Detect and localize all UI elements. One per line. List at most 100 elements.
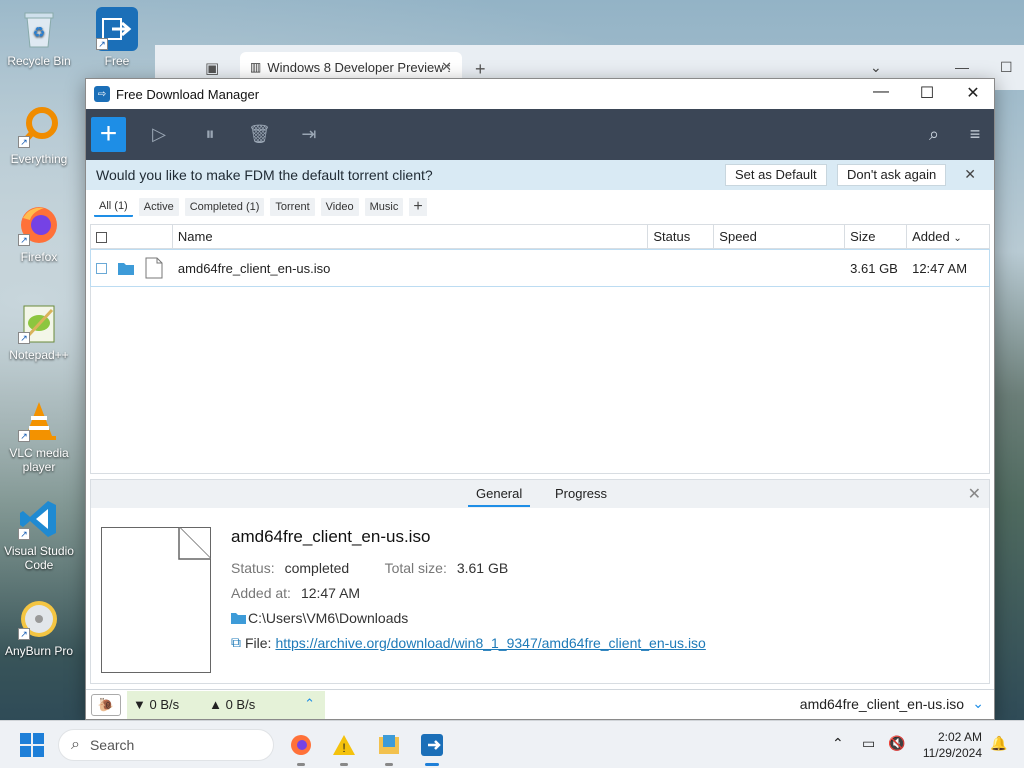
vlc-icon: ↗ [18, 400, 60, 442]
downloads-table: Name Status Speed Size Added ⌄ amd64fre_… [90, 224, 990, 474]
desktop-icon-vlc[interactable]: ↗ VLC media player [0, 400, 78, 474]
upload-speed: ▲ 0 B/s [209, 697, 256, 712]
running-indicator [297, 763, 305, 766]
desktop-icon-firefox[interactable]: ↗ Firefox [0, 204, 78, 264]
taskbar-firefox[interactable] [287, 731, 315, 766]
file-label: File: [245, 634, 272, 651]
taskbar-fdm[interactable] [418, 731, 446, 766]
table-row[interactable]: amd64fre_client_en-us.iso 3.61 GB 12:47 … [90, 249, 990, 287]
column-speed[interactable]: Speed [714, 224, 846, 249]
snail-mode-icon[interactable]: 🐌 [91, 693, 121, 716]
column-added-label: Added [912, 228, 950, 244]
current-file-name: amd64fre_client_en-us.iso [799, 696, 964, 712]
volume-muted-icon[interactable]: 🔇 [888, 735, 905, 752]
start-button[interactable] [20, 733, 44, 757]
clock[interactable]: 2:02 AM 11/29/2024 [923, 729, 982, 761]
search-icon[interactable]: ⌕ [923, 123, 945, 145]
chevron-down-icon[interactable]: ⌄ [972, 695, 984, 712]
search-icon: ⌕ [71, 736, 80, 753]
row-checkbox[interactable] [96, 262, 107, 274]
filter-music[interactable]: Music [364, 198, 404, 216]
row-icons [91, 257, 173, 279]
notification-bell-icon[interactable]: 🔔 [990, 735, 1007, 752]
file-icon [145, 257, 163, 279]
delete-icon[interactable]: 🗑 [248, 123, 271, 145]
filter-active[interactable]: Active [138, 198, 179, 216]
desktop-icon-fdm[interactable]: ↗ Free [78, 7, 156, 68]
tab-list-icon[interactable]: ⌄ [870, 59, 882, 76]
minimize-button[interactable]: — [858, 83, 904, 105]
move-icon[interactable]: ⇥ [298, 123, 320, 145]
tab-groups-icon[interactable]: ▣ [205, 59, 219, 77]
speed-indicator[interactable]: ▼ 0 B/s ▲ 0 B/s ⌃ [127, 690, 325, 719]
filter-completed[interactable]: Completed (1) [184, 198, 265, 216]
shortcut-arrow-icon: ↗ [96, 38, 108, 50]
filter-video[interactable]: Video [320, 198, 359, 216]
total-size-label: Total size: [384, 559, 447, 576]
column-status[interactable]: Status [648, 224, 715, 249]
desktop-icon-label: Visual Studio Code [4, 544, 74, 572]
taskbar-search[interactable]: ⌕ Search [58, 729, 274, 761]
network-icon[interactable]: ▭ [862, 735, 875, 752]
folder-icon[interactable] [117, 260, 135, 276]
shortcut-arrow-icon: ↗ [18, 332, 30, 344]
menu-icon[interactable]: ≡ [964, 123, 986, 145]
status-line: Status: completed Total size: 3.61 GB [231, 555, 706, 580]
play-icon[interactable]: ▷ [148, 123, 170, 145]
taskbar-warning-app[interactable]: ! [330, 731, 358, 766]
column-added[interactable]: Added ⌄ [907, 225, 989, 249]
clock-date: 11/29/2024 [922, 746, 982, 760]
filter-all[interactable]: All (1) [94, 197, 133, 217]
select-all-checkbox[interactable] [96, 231, 107, 243]
new-tab-button[interactable]: + [475, 59, 486, 80]
desktop-icon-label: Free [104, 54, 130, 68]
notepadpp-icon: ↗ [18, 302, 60, 344]
desktop-icon-label: Everything [10, 152, 68, 166]
add-filter-button[interactable]: + [409, 198, 427, 216]
status-value: completed [284, 559, 350, 576]
toolbar: + ▷ ⏸ 🗑 ⇥ ⌕ ≡ [86, 109, 994, 160]
running-indicator [340, 763, 348, 766]
download-path[interactable]: C:\Users\VM6\Downloads [248, 610, 408, 626]
desktop-icon-vscode[interactable]: ↗ Visual Studio Code [0, 498, 78, 572]
file-url-link[interactable]: https://archive.org/download/win8_1_9347… [275, 635, 705, 651]
maximize-icon[interactable]: ☐ [1000, 59, 1013, 76]
close-tab-icon[interactable]: ✕ [441, 59, 452, 75]
filter-torrent[interactable]: Torrent [270, 198, 315, 216]
show-hidden-icons-icon[interactable]: ⌃ [832, 735, 844, 752]
minimize-icon[interactable]: — [955, 59, 969, 75]
desktop-icon-notepadpp[interactable]: ↗ Notepad++ [0, 302, 78, 362]
status-label: Status: [231, 559, 275, 576]
warning-icon: ! [333, 735, 355, 755]
desktop-icon-label: Firefox [20, 250, 58, 264]
path-line[interactable]: C:\Users\VM6\Downloads [231, 605, 706, 630]
detail-file-name: amd64fre_client_en-us.iso [231, 527, 431, 546]
close-infobar-icon[interactable]: ✕ [964, 166, 976, 183]
close-button[interactable]: ✕ [950, 83, 996, 105]
file-url-line: ⧉ File: https://archive.org/download/win… [231, 630, 706, 655]
desktop-icon-everything[interactable]: ↗ Everything [0, 106, 78, 166]
download-speed-value: 0 B/s [149, 697, 180, 712]
external-link-icon: ⧉ [231, 634, 241, 650]
status-bar: 🐌 ▼ 0 B/s ▲ 0 B/s ⌃ amd64fre_client_en-u… [86, 689, 994, 719]
close-details-icon[interactable]: ✕ [968, 484, 981, 504]
added-value: 12:47 AM [300, 584, 361, 601]
column-size[interactable]: Size [845, 224, 908, 249]
set-default-button[interactable]: Set as Default [725, 164, 827, 186]
desktop-icon-anyburn[interactable]: ↗ AnyBurn Pro [0, 598, 78, 658]
chevron-up-icon[interactable]: ⌃ [304, 696, 315, 712]
added-label: Added at: [231, 584, 291, 601]
tab-general[interactable]: General [468, 486, 531, 507]
svg-text:!: ! [342, 741, 345, 755]
dont-ask-again-button[interactable]: Don't ask again [837, 164, 947, 186]
column-name[interactable]: Name [173, 224, 649, 249]
shortcut-arrow-icon: ↗ [18, 628, 30, 640]
desktop-icon-recycle-bin[interactable]: ♻ Recycle Bin [0, 8, 78, 68]
taskbar: ⌕ Search ! ⌃ ▭ 🔇 2:02 AM 11/29/2024 🔔 [0, 720, 1024, 768]
add-download-button[interactable]: + [91, 117, 126, 152]
maximize-button[interactable]: ☐ [904, 83, 950, 105]
pause-icon[interactable]: ⏸ [199, 123, 221, 145]
taskbar-file-explorer[interactable] [375, 731, 403, 766]
clock-time: 2:02 AM [937, 730, 982, 744]
tab-progress[interactable]: Progress [555, 486, 607, 501]
